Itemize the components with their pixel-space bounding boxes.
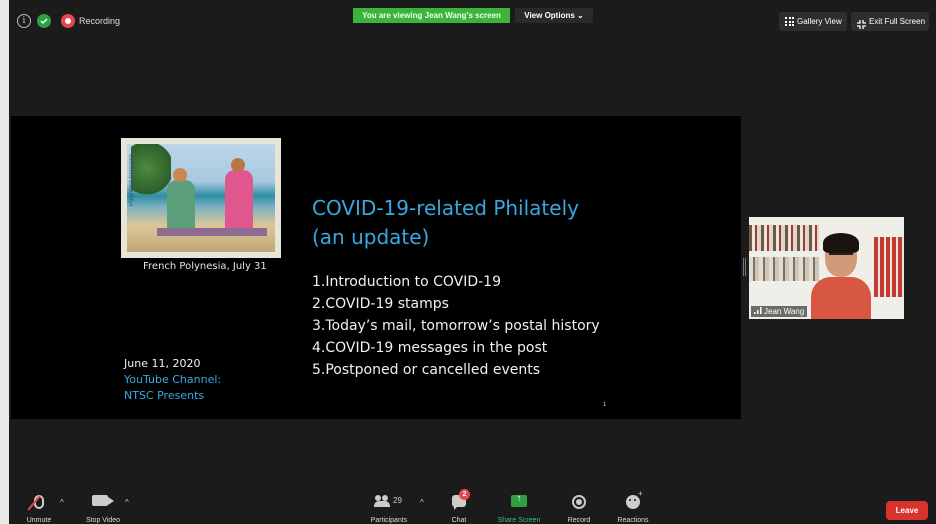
- agenda-item: 3.Today’s mail, tomorrow’s postal histor…: [312, 318, 600, 334]
- stamp-caption: French Polynesia, July 31: [143, 261, 267, 272]
- unmute-button[interactable]: Unmute: [19, 488, 59, 524]
- stop-video-button[interactable]: Stop Video: [81, 488, 125, 524]
- agenda-item: 1.Introduction to COVID-19: [312, 274, 501, 290]
- meeting-top-bar: i Recording You are viewing Jean Wang's …: [9, 8, 936, 36]
- participant-video: [811, 233, 871, 319]
- stop-video-label: Stop Video: [85, 517, 121, 524]
- video-options-caret-icon[interactable]: ^: [125, 498, 129, 507]
- gallery-view-label: Gallery View: [797, 17, 842, 26]
- meeting-controls-toolbar: Unmute ^ Stop Video ^ 29 Participants ^ …: [9, 488, 936, 524]
- audio-options-caret-icon[interactable]: ^: [60, 498, 64, 507]
- signal-strength-icon: [754, 307, 762, 314]
- viewing-screen-banner: You are viewing Jean Wang's screen: [353, 8, 510, 23]
- screen-edge-strip: [0, 0, 9, 524]
- chat-unread-badge: 2: [459, 489, 470, 500]
- record-button[interactable]: Record: [563, 488, 595, 524]
- chat-button[interactable]: 2 Chat: [445, 488, 473, 524]
- participant-name-label: Jean Wang: [751, 306, 808, 317]
- reactions-emoji-icon: [626, 489, 643, 509]
- recording-label: Recording: [79, 16, 121, 26]
- slide-date-block: June 11, 2020 YouTube Channel: NTSC Pres…: [124, 356, 221, 404]
- unmute-label: Unmute: [26, 517, 52, 524]
- view-options-button[interactable]: View Options ⌄: [515, 8, 593, 23]
- grid-icon: [785, 17, 794, 26]
- record-label: Record: [567, 517, 591, 524]
- exit-full-screen-icon: [857, 17, 866, 29]
- leave-meeting-button[interactable]: Leave: [886, 501, 928, 520]
- recording-indicator-icon: [61, 14, 75, 28]
- slide-title: COVID-19-related Philately (an update): [312, 194, 579, 252]
- share-screen-button[interactable]: Share Screen: [493, 488, 545, 524]
- slide-title-line-2: (an update): [312, 225, 430, 249]
- chat-label: Chat: [451, 517, 467, 524]
- participant-video-tile[interactable]: Jean Wang: [749, 217, 904, 319]
- agenda-item: 2.COVID-19 stamps: [312, 296, 449, 312]
- slide-date: June 11, 2020: [124, 357, 201, 370]
- stamp-image: Polynésie française: [121, 138, 281, 258]
- record-icon: [572, 495, 586, 509]
- gallery-view-button[interactable]: Gallery View: [779, 12, 847, 31]
- info-icon[interactable]: i: [17, 14, 31, 28]
- security-shield-icon[interactable]: [37, 14, 51, 28]
- participants-label: Participants: [370, 517, 408, 524]
- exit-full-screen-label: Exit Full Screen: [869, 17, 926, 26]
- agenda-item: 5.Postponed or cancelled events: [312, 362, 541, 378]
- youtube-channel-name: NTSC Presents: [124, 389, 205, 402]
- youtube-channel-label: YouTube Channel:: [124, 373, 222, 386]
- shared-screen-slide: Polynésie française French Polynesia, Ju…: [11, 116, 741, 419]
- agenda-item: 4.COVID-19 messages in the post: [312, 340, 548, 356]
- participants-options-caret-icon[interactable]: ^: [420, 498, 424, 507]
- slide-page-number: 1: [603, 402, 607, 408]
- split-drag-handle[interactable]: [743, 258, 746, 276]
- video-camera-icon: [92, 495, 114, 506]
- reactions-button[interactable]: Reactions: [613, 488, 653, 524]
- stamp-side-text: Polynésie française: [129, 154, 135, 207]
- agenda-list: 1.Introduction to COVID-19 2.COVID-19 st…: [312, 271, 600, 381]
- participants-count: 29: [393, 496, 402, 505]
- share-screen-icon: [511, 493, 527, 507]
- slide-title-line-1: COVID-19-related Philately: [312, 196, 579, 220]
- stamp-artwork: Polynésie française: [127, 144, 275, 252]
- participants-icon: [374, 495, 392, 507]
- participants-button[interactable]: 29 Participants: [365, 488, 413, 524]
- exit-full-screen-button[interactable]: Exit Full Screen: [851, 12, 929, 31]
- reactions-label: Reactions: [617, 517, 649, 524]
- share-screen-label: Share Screen: [497, 517, 541, 524]
